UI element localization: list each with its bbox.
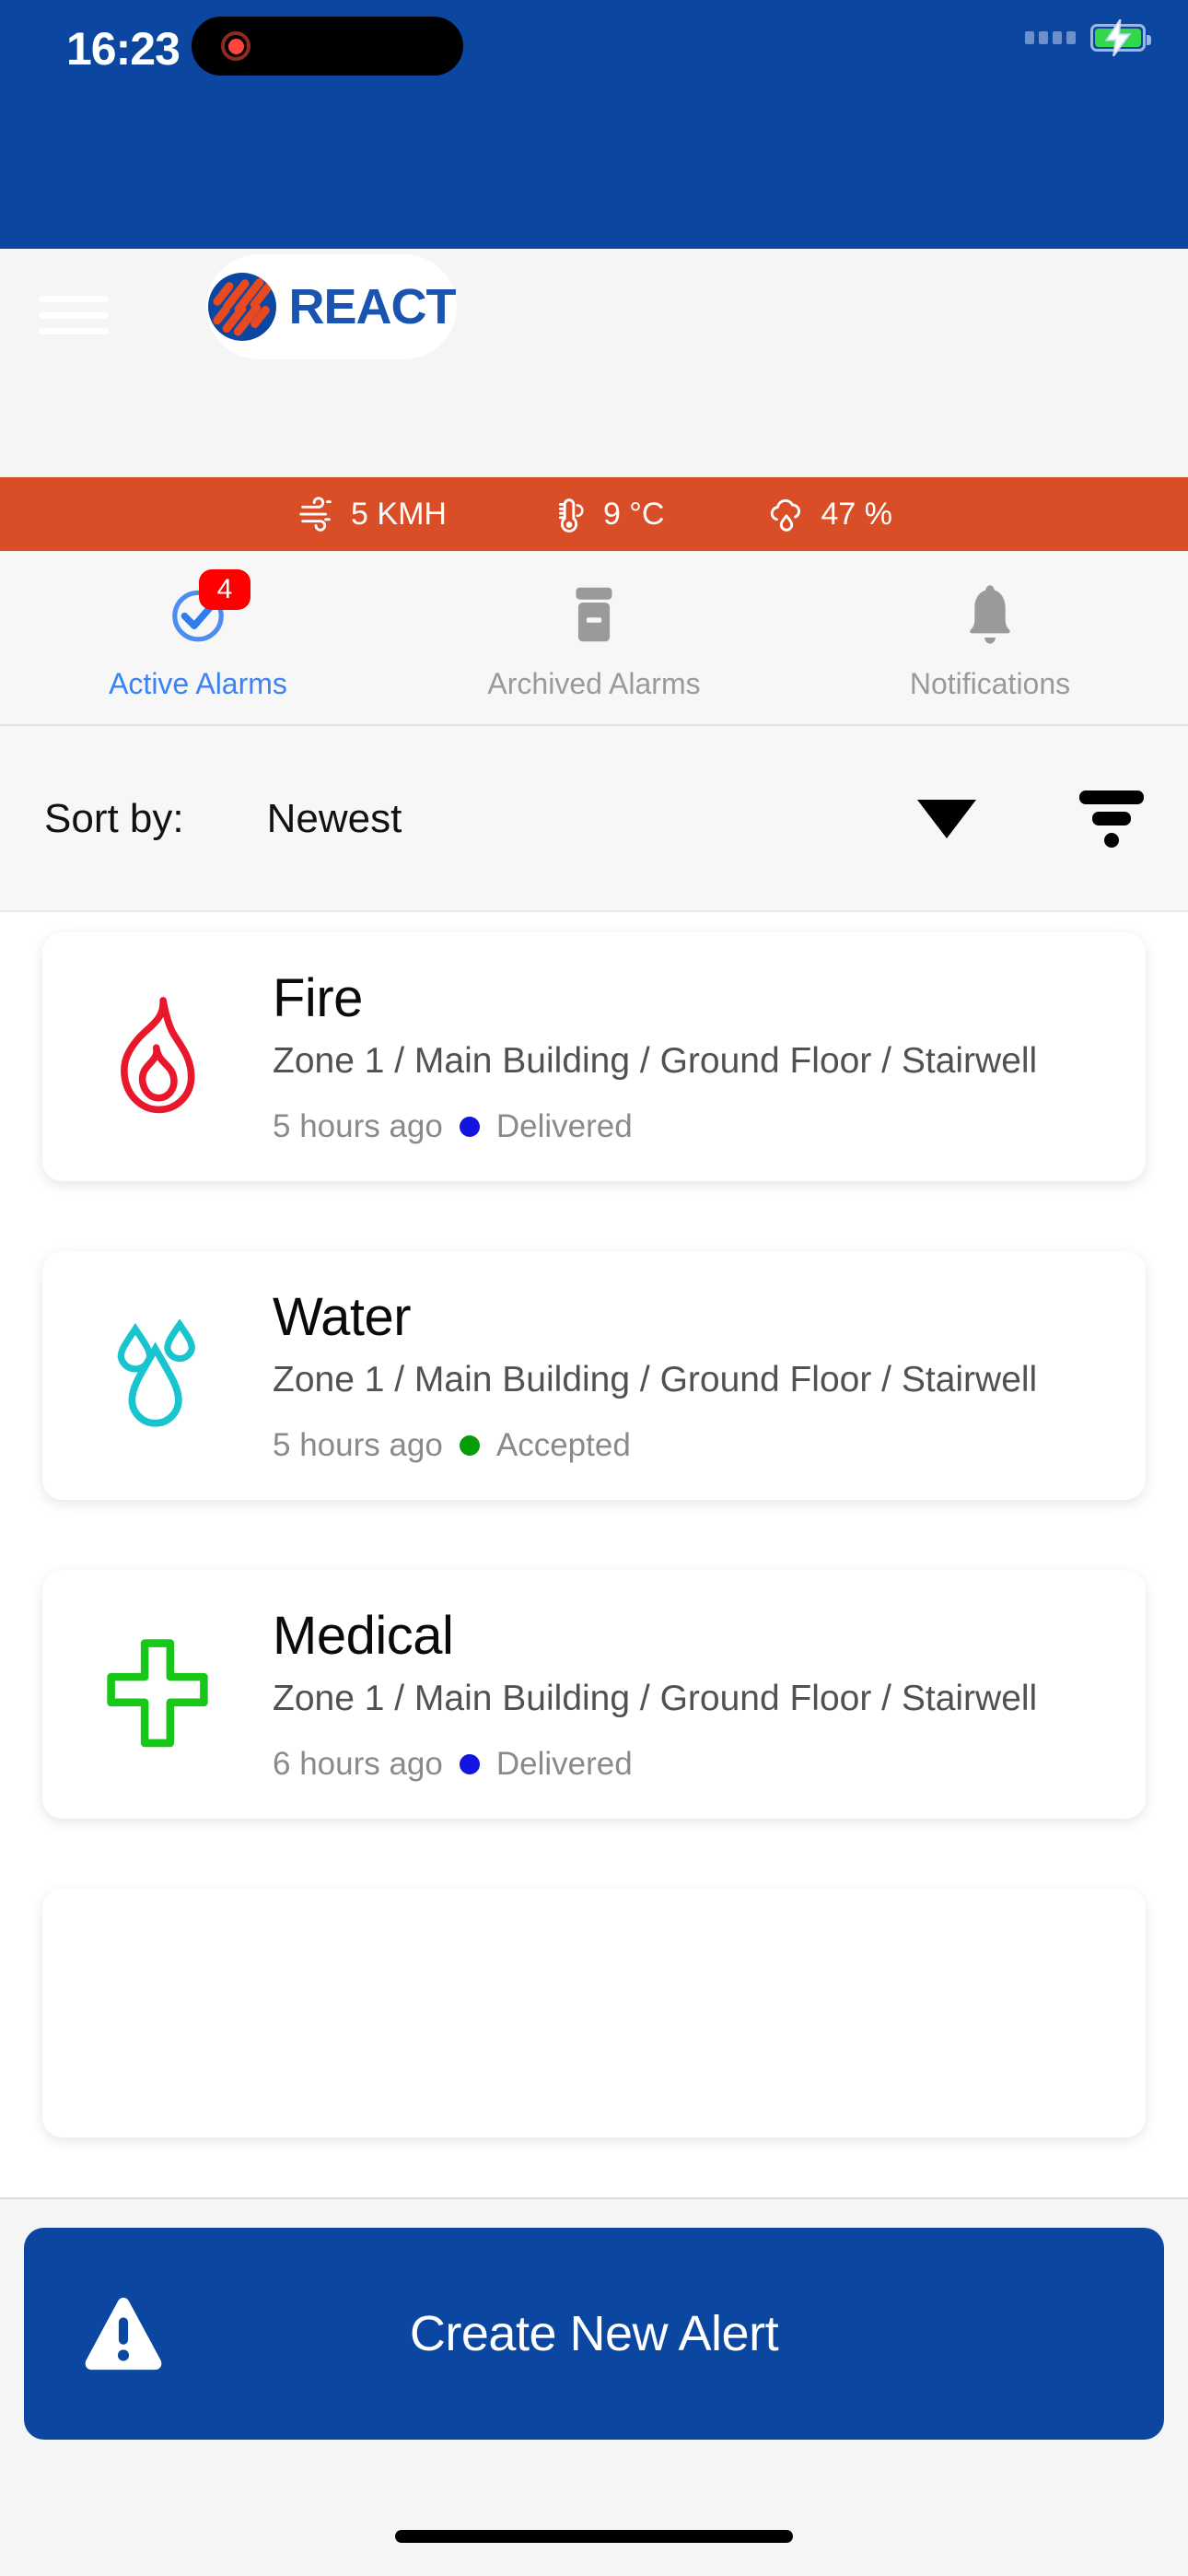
weather-humidity: 47 % (765, 493, 892, 535)
tab-archived-alarms[interactable]: Archived Alarms (396, 551, 792, 724)
tab-archived-alarms-iconwrap (554, 575, 634, 654)
sort-bar: Sort by: Newest (0, 728, 1188, 912)
archive-box-icon (576, 587, 612, 641)
medical-cross-icon (107, 1639, 208, 1748)
app-logo: REACT (206, 254, 457, 359)
bell-icon (970, 584, 1010, 644)
alarm-title: Medical (273, 1605, 454, 1666)
warning-triangle-iconwrap (24, 2294, 223, 2373)
alarm-meta: 5 hours ago Delivered (273, 1108, 1094, 1145)
app-logo-text: REACT (288, 279, 457, 334)
create-new-alert-label: Create New Alert (409, 2306, 779, 2361)
alarm-icon-wrap-fire (42, 996, 273, 1118)
signal-dots-icon (1025, 31, 1076, 44)
chevron-down-icon[interactable] (917, 800, 976, 838)
alarm-time: 5 hours ago (273, 1427, 443, 1464)
tab-archived-alarms-label: Archived Alarms (487, 666, 701, 700)
alarm-body-medical: Medical Zone 1 / Main Building / Ground … (273, 1606, 1146, 1783)
alarm-title: Fire (273, 967, 363, 1028)
status-dot-icon (459, 1435, 480, 1457)
water-drops-icon (117, 1318, 195, 1427)
alarm-icon-wrap-water (42, 1316, 273, 1435)
alarm-card-water[interactable]: Water Zone 1 / Main Building / Ground Fl… (42, 1251, 1146, 1500)
filter-icon[interactable] (1079, 790, 1144, 848)
tab-active-alarms[interactable]: 4 Active Alarms (0, 551, 396, 724)
alarm-meta: 5 hours ago Accepted (273, 1427, 1094, 1464)
weather-temperature-value: 9 °C (602, 496, 665, 532)
alarm-status: Delivered (495, 1108, 633, 1145)
alarm-card-medical[interactable]: Medical Zone 1 / Main Building / Ground … (42, 1570, 1146, 1819)
tab-bar: 4 Active Alarms Archived Alarms Notifica… (0, 551, 1188, 726)
tab-notifications-label: Notifications (909, 666, 1071, 700)
react-logo-mark-icon (207, 273, 276, 341)
lightning-bolt-icon (1104, 19, 1132, 56)
flame-icon (121, 997, 195, 1114)
weather-wind: 5 KMH (296, 493, 447, 535)
alarm-status: Accepted (495, 1427, 631, 1464)
weather-wind-value: 5 KMH (351, 496, 447, 532)
tab-notifications-iconwrap (950, 575, 1030, 654)
alarm-body-water: Water Zone 1 / Main Building / Ground Fl… (273, 1287, 1146, 1464)
status-indicators (1025, 19, 1151, 56)
sort-by-value[interactable]: Newest (267, 796, 402, 842)
hamburger-menu-icon[interactable] (39, 290, 109, 340)
wind-icon (299, 497, 332, 532)
humidity-cloud-icon (771, 498, 801, 532)
weather-bar: 5 KMH 9 °C 47 % (0, 477, 1188, 551)
tab-notifications[interactable]: Notifications (792, 551, 1188, 724)
tab-active-alarms-iconwrap: 4 (158, 568, 250, 654)
alarm-location: Zone 1 / Main Building / Ground Floor / … (273, 1678, 1038, 1718)
create-new-alert-button[interactable]: Create New Alert (24, 2228, 1164, 2440)
alarm-body-fire: Fire Zone 1 / Main Building / Ground Flo… (273, 968, 1146, 1145)
warning-triangle-icon (85, 2297, 162, 2371)
phone-screen: 16:23 REACT 5 KMH 9 °C 47 % 4 Active Ala… (0, 0, 1188, 2576)
active-alarms-badge: 4 (199, 568, 250, 610)
dynamic-island (192, 17, 463, 76)
status-bar: 16:23 (0, 0, 1188, 249)
alarm-title: Water (273, 1286, 412, 1347)
battery-charging-icon (1090, 19, 1151, 56)
status-dot-icon (459, 1754, 480, 1775)
recording-dot-icon (228, 39, 244, 54)
alarm-status: Delivered (495, 1746, 633, 1783)
weather-humidity-value: 47 % (821, 496, 892, 532)
weather-temperature: 9 °C (548, 493, 665, 535)
home-indicator (395, 2530, 793, 2543)
alarm-card-partial[interactable] (42, 1889, 1146, 2137)
sort-by-label: Sort by: (44, 796, 184, 841)
alarm-time: 5 hours ago (273, 1108, 443, 1145)
tab-active-alarms-label: Active Alarms (109, 666, 287, 700)
alarm-meta: 6 hours ago Delivered (273, 1746, 1094, 1783)
alarm-list[interactable]: Fire Zone 1 / Main Building / Ground Flo… (0, 912, 1188, 2197)
alarm-location: Zone 1 / Main Building / Ground Floor / … (273, 1040, 1038, 1081)
alarm-location: Zone 1 / Main Building / Ground Floor / … (273, 1359, 1038, 1399)
alarm-card-fire[interactable]: Fire Zone 1 / Main Building / Ground Flo… (42, 932, 1146, 1181)
alarm-time: 6 hours ago (273, 1746, 443, 1783)
status-dot-icon (459, 1117, 480, 1138)
alarm-icon-wrap-medical (42, 1636, 273, 1752)
thermometer-icon (558, 498, 584, 533)
